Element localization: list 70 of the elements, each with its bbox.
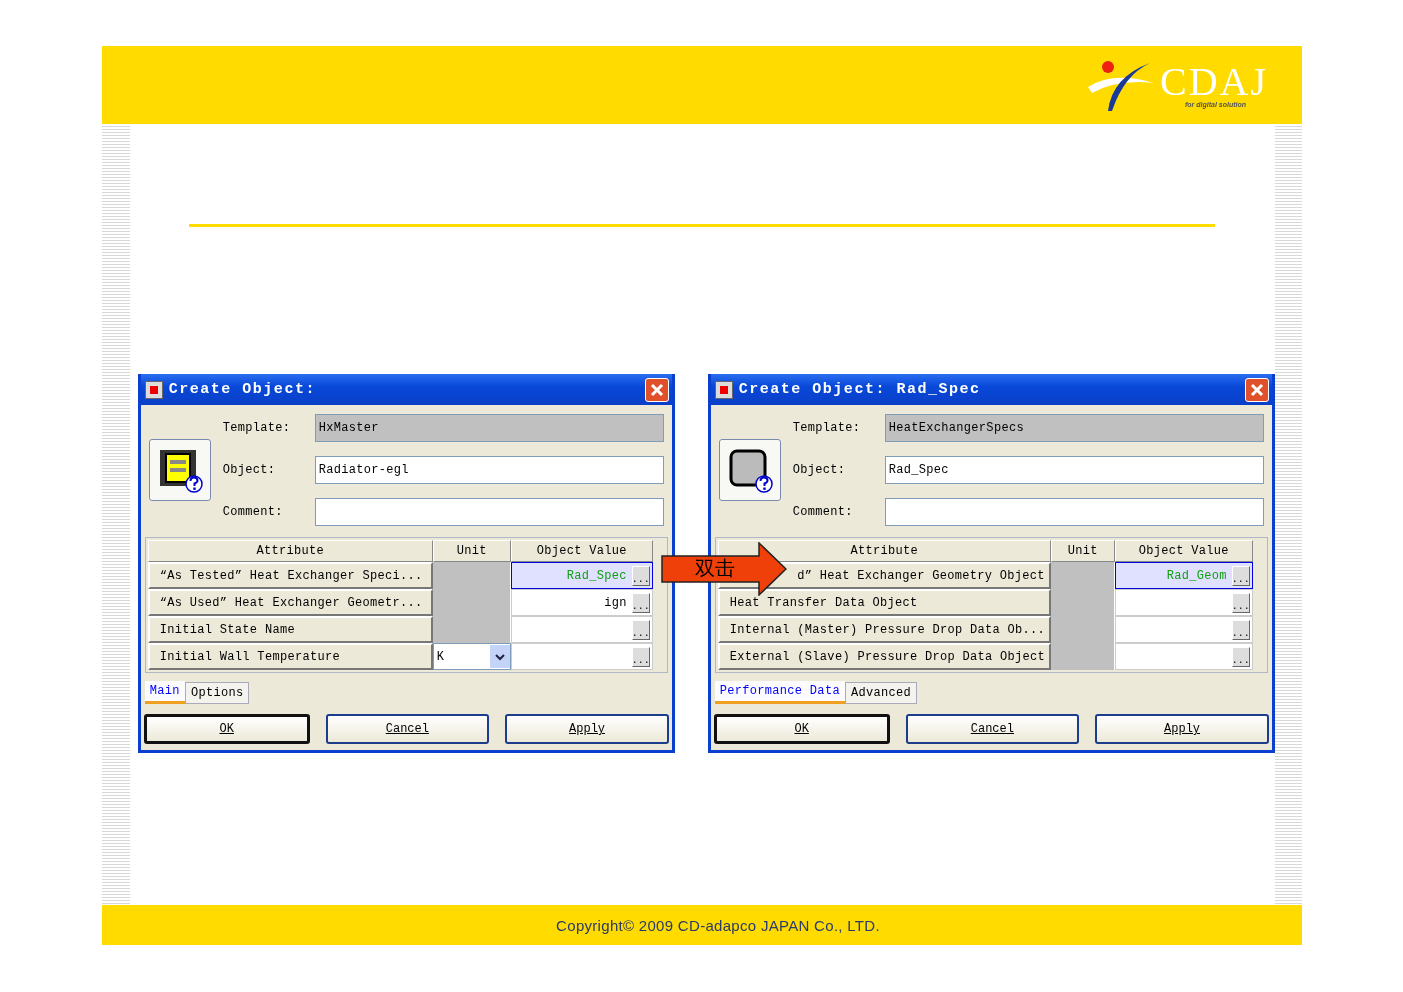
browse-button[interactable]: ...	[631, 619, 650, 640]
value-cell[interactable]: Rad_Spec ...	[510, 562, 653, 589]
object-type-button[interactable]	[718, 439, 781, 501]
window-title: Create Object:	[168, 381, 317, 398]
unit-cell	[1050, 562, 1115, 589]
browse-button[interactable]: ...	[1231, 646, 1250, 667]
tab[interactable]: Options	[184, 682, 250, 704]
attribute-cell: “As Tested” Heat Exchanger Speci...	[147, 562, 433, 589]
text-field[interactable]	[314, 498, 664, 526]
object-type-button[interactable]	[148, 439, 211, 501]
tab[interactable]: Performance Data	[714, 681, 845, 704]
value-cell[interactable]: ...	[1114, 643, 1253, 670]
browse-button[interactable]: ...	[1231, 565, 1250, 586]
window-title: Create Object: Rad_Spec	[738, 381, 982, 398]
field-label: Template:	[222, 421, 292, 435]
browse-button[interactable]: ...	[631, 592, 650, 613]
copyright-text: Copyright© 2009 CD-adapco JAPAN Co., LTD.	[555, 916, 880, 934]
value-cell[interactable]: ...	[1114, 589, 1253, 616]
close-button[interactable]	[1244, 377, 1269, 402]
dialog-button[interactable]: Apply	[505, 714, 669, 744]
tab[interactable]: Advanced	[844, 682, 917, 704]
cell-value: Rad_Spec	[565, 568, 628, 583]
dialog-button[interactable]: Cancel	[325, 714, 490, 744]
close-icon	[1249, 382, 1264, 397]
browse-button[interactable]: ...	[1231, 592, 1250, 613]
dialog-button[interactable]: Apply	[1095, 714, 1269, 744]
column-header: Attribute	[147, 540, 433, 562]
column-header: Object Value	[1114, 540, 1253, 562]
unit-cell	[1050, 643, 1115, 670]
attribute-cell: “As Used” Heat Exchanger Geometr...	[147, 589, 433, 616]
cell-value: ign	[603, 595, 628, 610]
value-cell[interactable]: ...	[510, 616, 653, 643]
browse-button[interactable]: ...	[631, 565, 650, 586]
attribute-cell: Internal (Master) Pressure Drop Data Ob...	[717, 616, 1051, 643]
value-cell[interactable]: ...	[510, 643, 653, 670]
unit-value: K	[436, 649, 445, 664]
close-icon	[649, 382, 664, 397]
tab[interactable]: Main	[144, 681, 185, 704]
dialog-button[interactable]: OK	[143, 714, 310, 744]
close-button[interactable]	[644, 377, 669, 402]
value-cell[interactable]: ign ...	[510, 589, 653, 616]
field-label: Comment:	[222, 505, 284, 519]
logo-text: CDAJ	[1159, 62, 1268, 101]
unit-dropdown[interactable]: K	[432, 643, 511, 670]
column-header: Unit	[1050, 540, 1115, 562]
attribute-cell: Heat Transfer Data Object	[717, 589, 1051, 616]
attribute-cell: Initial Wall Temperature	[147, 643, 433, 670]
text-field[interactable]: Rad_Spec	[884, 456, 1264, 484]
browse-button[interactable]: ...	[631, 646, 650, 667]
attribute-cell: External (Slave) Pressure Drop Data Object	[717, 643, 1051, 670]
text-field[interactable]	[884, 498, 1264, 526]
browse-button[interactable]: ...	[1231, 619, 1250, 640]
text-field[interactable]: HxMaster	[314, 414, 664, 442]
field-label: Template:	[792, 421, 862, 435]
attribute-cell: Initial State Name	[147, 616, 433, 643]
value-cell[interactable]: ...	[1114, 616, 1253, 643]
field-label: Object:	[792, 463, 847, 477]
value-cell[interactable]: Rad_Geom ...	[1114, 562, 1253, 589]
app-icon	[714, 380, 733, 399]
text-field[interactable]: Radiator-egl	[314, 456, 664, 484]
dialog-button[interactable]: OK	[713, 714, 890, 744]
app-icon	[144, 380, 163, 399]
column-header: Object Value	[510, 540, 653, 562]
column-header: Unit	[432, 540, 511, 562]
dialog-button[interactable]: Cancel	[905, 714, 1080, 744]
caret-icon	[489, 645, 510, 668]
field-label: Object:	[222, 463, 277, 477]
cell-value: Rad_Geom	[1165, 568, 1228, 583]
text-field[interactable]: HeatExchangerSpecs	[884, 414, 1264, 442]
field-label: Comment:	[792, 505, 854, 519]
